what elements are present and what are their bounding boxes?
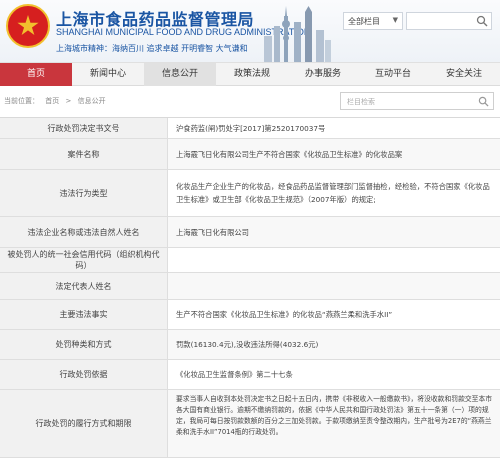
- nav-news[interactable]: 新闻中心: [72, 63, 144, 86]
- table-row: 主要违法事实 生产不符合国家《化妆品卫生标准》的化妆品“燕燕兰柔和洗手水II”: [0, 300, 500, 330]
- row-value: [168, 248, 500, 272]
- site-header: 上海市食品药品监督管理局 SHANGHAI MUNICIPAL FOOD AND…: [0, 0, 500, 62]
- row-value: 上海霰飞日化有限公司: [168, 217, 500, 247]
- table-row: 违法企业名称或违法自然人姓名 上海霰飞日化有限公司: [0, 217, 500, 248]
- search-icon[interactable]: [476, 15, 488, 27]
- row-value: [168, 273, 500, 299]
- row-label: 案件名称: [0, 139, 168, 169]
- penalty-detail-table: 行政处罚决定书文号 沪食药监(闸)罚处字[2017]第2520170037号 案…: [0, 117, 500, 458]
- nav-safety[interactable]: 安全关注: [428, 63, 500, 86]
- nav-services[interactable]: 办事服务: [288, 63, 358, 86]
- chevron-down-icon: ▼: [392, 16, 398, 24]
- main-nav: 首页 新闻中心 信息公开 政策法规 办事服务 互动平台 安全关注: [0, 62, 500, 86]
- row-value: 生产不符合国家《化妆品卫生标准》的化妆品“燕燕兰柔和洗手水II”: [168, 300, 500, 329]
- table-row: 行政处罚决定书文号 沪食药监(闸)罚处字[2017]第2520170037号: [0, 118, 500, 139]
- nav-interaction[interactable]: 互动平台: [358, 63, 428, 86]
- nav-policies[interactable]: 政策法规: [216, 63, 288, 86]
- row-value: 《化妆品卫生监督条例》第二十七条: [168, 360, 500, 389]
- row-value: 沪食药监(闸)罚处字[2017]第2520170037号: [168, 118, 500, 138]
- skyline-icon: [264, 6, 331, 62]
- breadcrumb-current[interactable]: 信息公开: [78, 97, 106, 105]
- column-search-input[interactable]: 栏目检索: [340, 92, 494, 110]
- row-value: 要求当事人自收到本处罚决定书之日起十五日内，携带《非税收入一般缴款书》，将没收款…: [168, 390, 500, 457]
- row-label: 违法行为类型: [0, 170, 168, 216]
- scope-select[interactable]: 全部栏目 ▼: [343, 12, 403, 30]
- row-label: 违法企业名称或违法自然人姓名: [0, 217, 168, 247]
- city-slogan: 上海城市精神：海纳百川 追求卓越 开明睿智 大气谦和: [56, 44, 248, 53]
- row-label: 行政处罚依据: [0, 360, 168, 389]
- row-value: 上海霰飞日化有限公司生产不符合国家《化妆品卫生标准》的化妆品案: [168, 139, 500, 169]
- row-value: 化妆品生产企业生产的化妆品，经食品药品监督管理部门监督抽检，经检验，不符合国家《…: [168, 170, 500, 216]
- table-row: 法定代表人姓名: [0, 273, 500, 300]
- row-label: 被处罚人的统一社会信用代码（组织机构代码）: [0, 248, 168, 272]
- table-row: 被处罚人的统一社会信用代码（组织机构代码）: [0, 248, 500, 273]
- row-label: 行政处罚的履行方式和期限: [0, 390, 168, 457]
- column-search-placeholder: 栏目检索: [347, 98, 375, 106]
- nav-info-disclosure[interactable]: 信息公开: [144, 63, 216, 86]
- row-value: 罚款(16130.4元),没收违法所得(4032.6元): [168, 330, 500, 359]
- breadcrumb-separator: >: [65, 97, 72, 105]
- breadcrumb: 当前位置： 首页 > 信息公开: [4, 96, 110, 106]
- header-search-input[interactable]: [406, 12, 492, 30]
- row-label: 主要违法事实: [0, 300, 168, 329]
- table-row: 案件名称 上海霰飞日化有限公司生产不符合国家《化妆品卫生标准》的化妆品案: [0, 139, 500, 170]
- table-row: 违法行为类型 化妆品生产企业生产的化妆品，经食品药品监督管理部门监督抽检，经检验…: [0, 170, 500, 217]
- row-label: 行政处罚决定书文号: [0, 118, 168, 138]
- table-row: 处罚种类和方式 罚款(16130.4元),没收违法所得(4032.6元): [0, 330, 500, 360]
- row-label: 处罚种类和方式: [0, 330, 168, 359]
- breadcrumb-home[interactable]: 首页: [45, 97, 59, 105]
- scope-select-value: 全部栏目: [348, 17, 380, 26]
- row-label: 法定代表人姓名: [0, 273, 168, 299]
- table-row: 行政处罚的履行方式和期限 要求当事人自收到本处罚决定书之日起十五日内，携带《非税…: [0, 390, 500, 458]
- nav-home[interactable]: 首页: [0, 63, 72, 86]
- breadcrumb-prefix: 当前位置：: [4, 97, 39, 105]
- search-icon[interactable]: [478, 96, 489, 107]
- national-emblem-icon: [6, 4, 50, 48]
- table-row: 行政处罚依据 《化妆品卫生监督条例》第二十七条: [0, 360, 500, 390]
